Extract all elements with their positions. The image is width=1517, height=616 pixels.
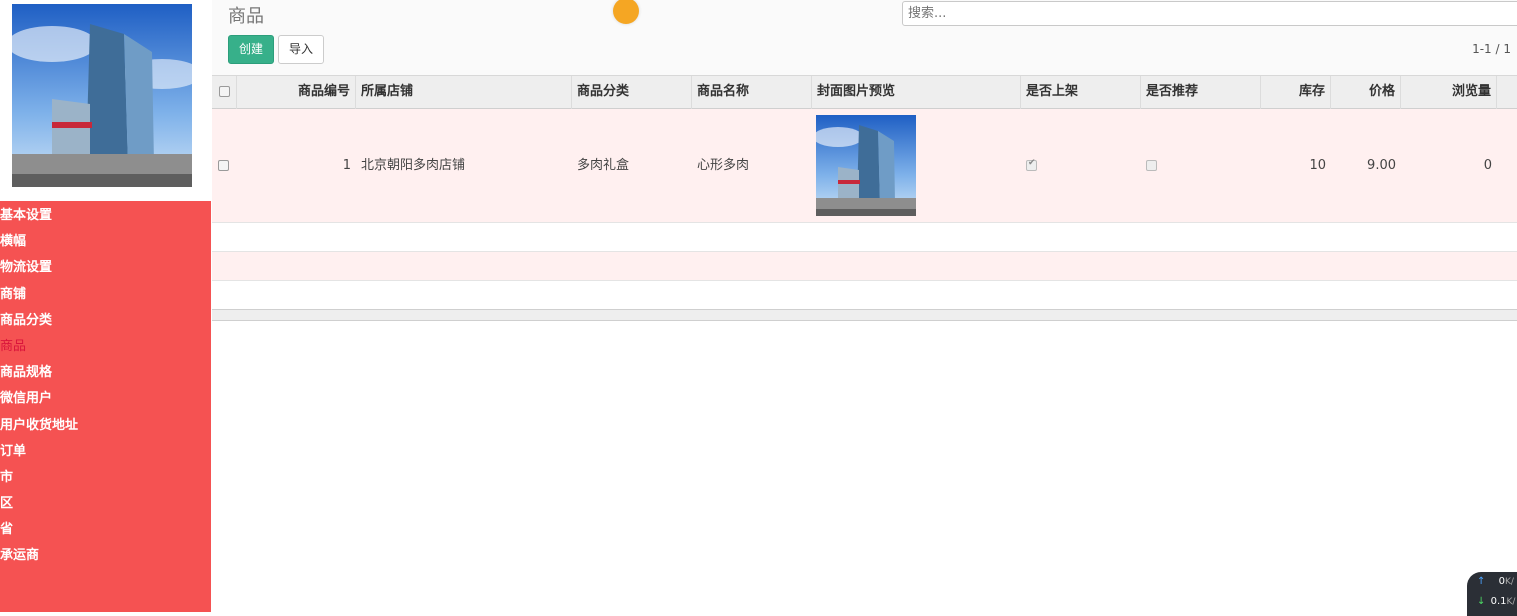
sidebar-item-city[interactable]: 市	[0, 467, 211, 493]
pager-value[interactable]: 1-1 / 1	[1472, 42, 1511, 56]
column-header-on-shelf[interactable]: 是否上架	[1021, 76, 1141, 109]
column-header-id[interactable]: 商品编号	[237, 76, 356, 109]
table-footer	[212, 309, 1517, 321]
main-content: 商品 创建 导入 1-1 / 1 商品编号 所属店铺 商品分类 商品名称 封面图…	[212, 0, 1517, 612]
cover-image-preview	[816, 115, 916, 216]
sidebar: 基本设置 横幅 物流设置 商铺 商品分类 商品 商品规格 微信用户 用户收货地址…	[0, 0, 211, 612]
column-header-recommended[interactable]: 是否推荐	[1141, 76, 1261, 109]
column-header-views[interactable]: 浏览量	[1401, 76, 1497, 109]
sidebar-menu: 基本设置 横幅 物流设置 商铺 商品分类 商品 商品规格 微信用户 用户收货地址…	[0, 205, 211, 572]
column-header-category[interactable]: 商品分类	[572, 76, 692, 109]
cursor-indicator-icon	[613, 0, 639, 24]
sidebar-item-orders[interactable]: 订单	[0, 441, 211, 467]
sidebar-item-banner[interactable]: 横幅	[0, 231, 211, 257]
sidebar-item-carrier[interactable]: 承运商	[0, 545, 211, 571]
column-header-stock[interactable]: 库存	[1261, 76, 1331, 109]
import-button[interactable]: 导入	[278, 35, 324, 64]
column-header-price[interactable]: 价格	[1331, 76, 1401, 109]
logo-area	[0, 0, 211, 201]
row-select-checkbox[interactable]	[218, 160, 229, 171]
sidebar-item-logistics-settings[interactable]: 物流设置	[0, 257, 211, 283]
sidebar-item-district[interactable]: 区	[0, 493, 211, 519]
network-speed-widget: ↑ 0K/ ↓ 0.1K/	[1467, 572, 1517, 616]
cell-name: 心形多肉	[697, 158, 750, 173]
sidebar-item-wechat-users[interactable]: 微信用户	[0, 388, 211, 414]
cell-category: 多肉礼盒	[577, 158, 630, 173]
sidebar-item-product-spec[interactable]: 商品规格	[0, 362, 211, 388]
empty-row	[212, 281, 1517, 310]
select-all-checkbox[interactable]	[219, 86, 230, 97]
page-title: 商品	[228, 6, 264, 27]
control-panel: 商品 创建 导入 1-1 / 1	[212, 0, 1517, 75]
on-shelf-checkbox	[1026, 158, 1037, 171]
sidebar-item-province[interactable]: 省	[0, 519, 211, 545]
sidebar-item-products[interactable]: 商品	[0, 336, 211, 362]
cell-id: 1	[342, 158, 351, 173]
download-arrow-icon: ↓	[1477, 596, 1486, 607]
sidebar-item-basic-settings[interactable]: 基本设置	[0, 205, 211, 231]
building-logo-image	[12, 4, 192, 187]
column-header-shop[interactable]: 所属店铺	[356, 76, 572, 109]
empty-row	[212, 252, 1517, 281]
upload-speed: ↑ 0K/	[1477, 576, 1514, 587]
column-header-name[interactable]: 商品名称	[692, 76, 812, 109]
cell-price: 9.00	[1367, 158, 1396, 173]
select-all-cell	[212, 76, 237, 109]
cell-shop: 北京朝阳多肉店铺	[361, 158, 466, 173]
search-input[interactable]	[902, 1, 1517, 26]
cell-stock: 10	[1309, 158, 1326, 173]
download-speed: ↓ 0.1K/	[1477, 596, 1516, 607]
sidebar-item-shops[interactable]: 商铺	[0, 284, 211, 310]
table-row[interactable]: 1 北京朝阳多肉店铺 多肉礼盒 心形多肉 10 9.00 0	[212, 109, 1517, 223]
sidebar-item-user-address[interactable]: 用户收货地址	[0, 415, 211, 441]
sidebar-item-product-category[interactable]: 商品分类	[0, 310, 211, 336]
empty-row	[212, 223, 1517, 252]
recommended-checkbox	[1146, 160, 1157, 171]
cell-views: 0	[1483, 158, 1492, 173]
table-header: 商品编号 所属店铺 商品分类 商品名称 封面图片预览 是否上架 是否推荐 库存 …	[212, 75, 1517, 109]
column-header-cover-preview[interactable]: 封面图片预览	[812, 76, 1021, 109]
create-button[interactable]: 创建	[228, 35, 274, 64]
upload-arrow-icon: ↑	[1477, 576, 1486, 587]
